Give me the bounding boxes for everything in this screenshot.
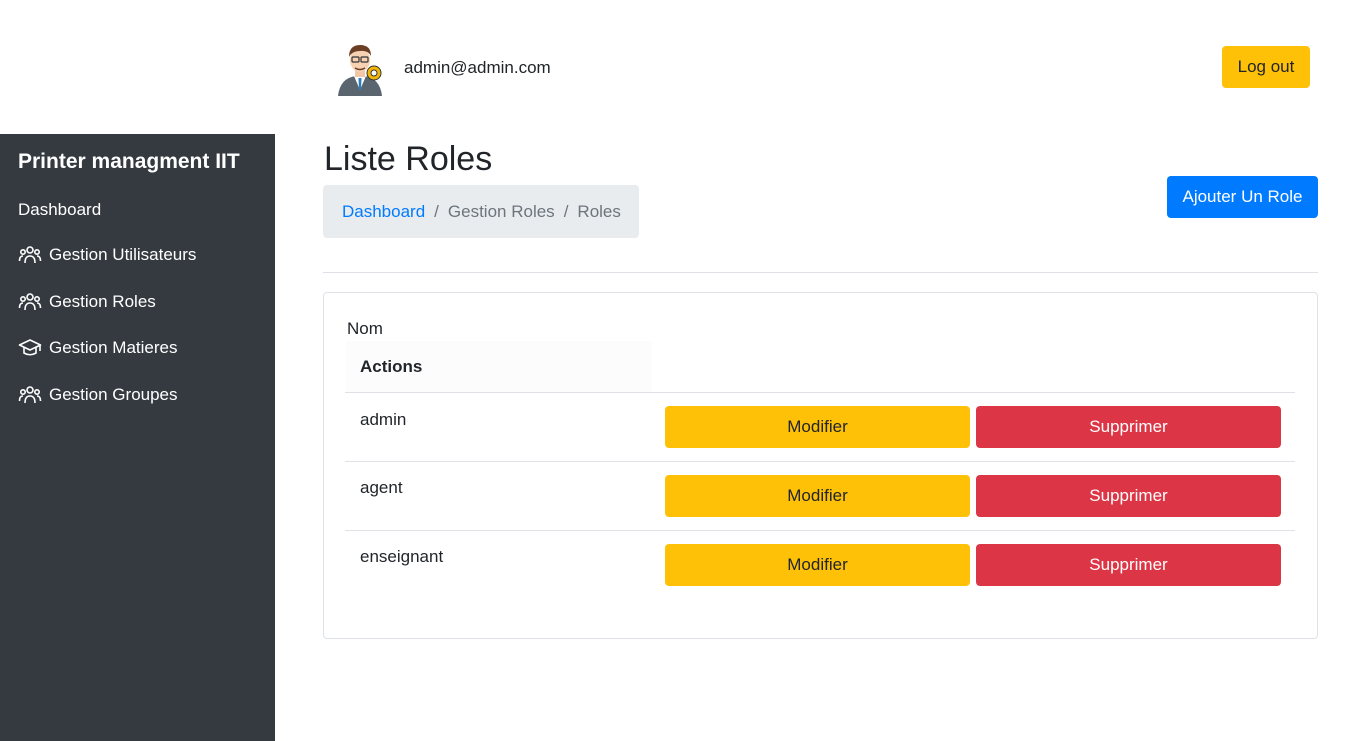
add-role-button[interactable]: Ajouter Un Role xyxy=(1167,176,1318,218)
page-title: Liste Roles xyxy=(324,140,493,178)
row-divider xyxy=(345,461,1295,462)
breadcrumb-item-gestion-roles: Gestion Roles xyxy=(447,201,555,221)
delete-button[interactable]: Supprimer xyxy=(976,475,1281,517)
sidebar-item-label: Dashboard xyxy=(18,200,102,219)
sidebar-item-dashboard[interactable]: Dashboard xyxy=(18,200,101,220)
modify-button[interactable]: Modifier xyxy=(665,475,970,517)
users-icon xyxy=(18,293,42,311)
delete-button[interactable]: Supprimer xyxy=(976,544,1281,586)
sidebar-item-label: Gestion Utilisateurs xyxy=(49,245,197,264)
users-icon xyxy=(18,246,42,264)
divider xyxy=(323,272,1318,273)
role-name-cell: enseignant xyxy=(360,547,444,566)
modify-button[interactable]: Modifier xyxy=(665,406,970,448)
role-name-cell: agent xyxy=(360,478,403,497)
column-header-nom: Nom xyxy=(347,319,383,338)
table-header-divider xyxy=(345,392,1295,393)
sidebar-item-gestion-matieres[interactable]: Gestion Matieres xyxy=(18,336,178,360)
graduation-cap-icon xyxy=(18,339,42,356)
sidebar-brand: Printer managment IIT xyxy=(18,150,240,173)
sidebar xyxy=(0,134,275,741)
sidebar-item-label: Gestion Roles xyxy=(49,292,156,311)
sidebar-item-label: Gestion Matieres xyxy=(49,338,178,357)
breadcrumb-separator: / xyxy=(563,201,569,221)
users-icon xyxy=(18,386,42,404)
breadcrumb-item-roles: Roles xyxy=(577,201,621,221)
sidebar-item-gestion-roles[interactable]: Gestion Roles xyxy=(18,290,156,314)
sidebar-item-gestion-groupes[interactable]: Gestion Groupes xyxy=(18,383,178,407)
breadcrumb-link-dashboard[interactable]: Dashboard xyxy=(342,202,425,222)
row-divider xyxy=(345,530,1295,531)
breadcrumb: Dashboard / Gestion Roles / Roles xyxy=(323,185,639,238)
delete-button[interactable]: Supprimer xyxy=(976,406,1281,448)
sidebar-item-gestion-utilisateurs[interactable]: Gestion Utilisateurs xyxy=(18,243,196,267)
logout-button[interactable]: Log out xyxy=(1222,46,1310,88)
role-name-cell: admin xyxy=(360,410,407,429)
sidebar-item-label: Gestion Groupes xyxy=(49,385,178,404)
modify-button[interactable]: Modifier xyxy=(665,544,970,586)
user-avatar xyxy=(334,40,386,96)
column-header-actions: Actions xyxy=(346,341,652,392)
user-email: admin@admin.com xyxy=(404,58,551,77)
breadcrumb-separator: / xyxy=(434,201,439,221)
